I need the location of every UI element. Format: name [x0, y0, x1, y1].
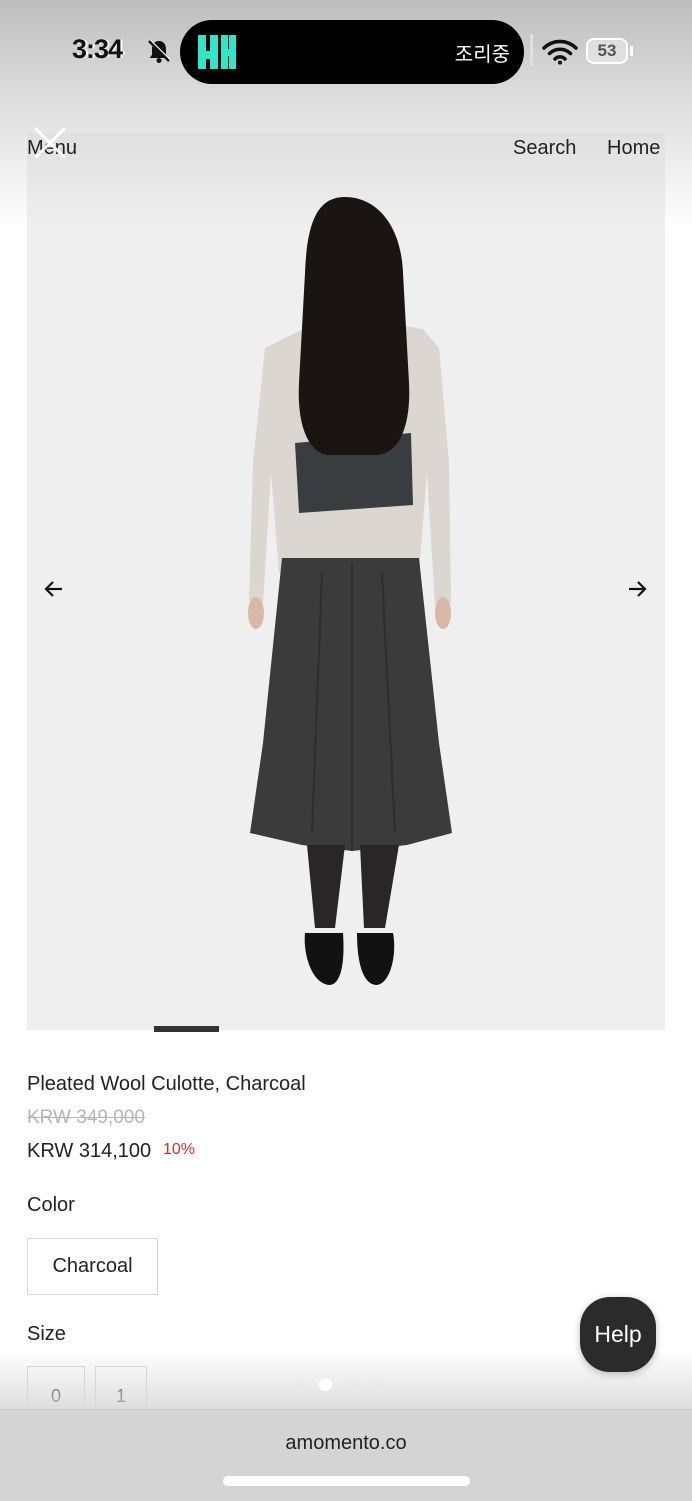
carousel-indicator: [154, 1026, 219, 1032]
wifi-icon: [542, 39, 578, 65]
discount-badge: 10%: [163, 1141, 196, 1158]
product-photo: [248, 197, 452, 985]
browser-url-bar[interactable]: amomento.co: [0, 1409, 692, 1501]
page-dots: [295, 1376, 397, 1394]
home-indicator[interactable]: [223, 1476, 470, 1486]
island-status-text: 조리중: [454, 44, 510, 66]
product-title: Pleated Wool Culotte, Charcoal: [27, 1073, 306, 1095]
original-price: KRW 349,000: [27, 1107, 145, 1128]
size-label: Size: [27, 1323, 66, 1345]
url-text[interactable]: amomento.co: [0, 1432, 692, 1455]
page-dot: [295, 1382, 302, 1389]
arrow-right-icon[interactable]: [627, 579, 647, 599]
status-time: 3:34: [72, 34, 123, 64]
status-divider: [530, 34, 533, 66]
battery-cap: [630, 46, 633, 56]
battery-level: 53: [597, 41, 617, 60]
page-dot: [373, 1382, 380, 1389]
color-option-charcoal[interactable]: Charcoal: [27, 1238, 158, 1295]
color-label: Color: [27, 1194, 75, 1216]
help-button[interactable]: Help: [580, 1297, 656, 1372]
home-link[interactable]: Home: [607, 137, 660, 160]
battery-icon: 53: [586, 38, 628, 64]
page-dot-active: [319, 1378, 332, 1392]
close-icon[interactable]: [33, 126, 67, 160]
dynamic-island[interactable]: 조리중: [180, 20, 524, 84]
app-logo-icon: [198, 35, 236, 69]
bell-slash-icon: [148, 39, 171, 63]
search-link[interactable]: Search: [513, 137, 576, 160]
sale-price: KRW 314,100: [27, 1140, 152, 1162]
arrow-left-icon[interactable]: [44, 579, 64, 599]
page-dot: [349, 1382, 356, 1389]
